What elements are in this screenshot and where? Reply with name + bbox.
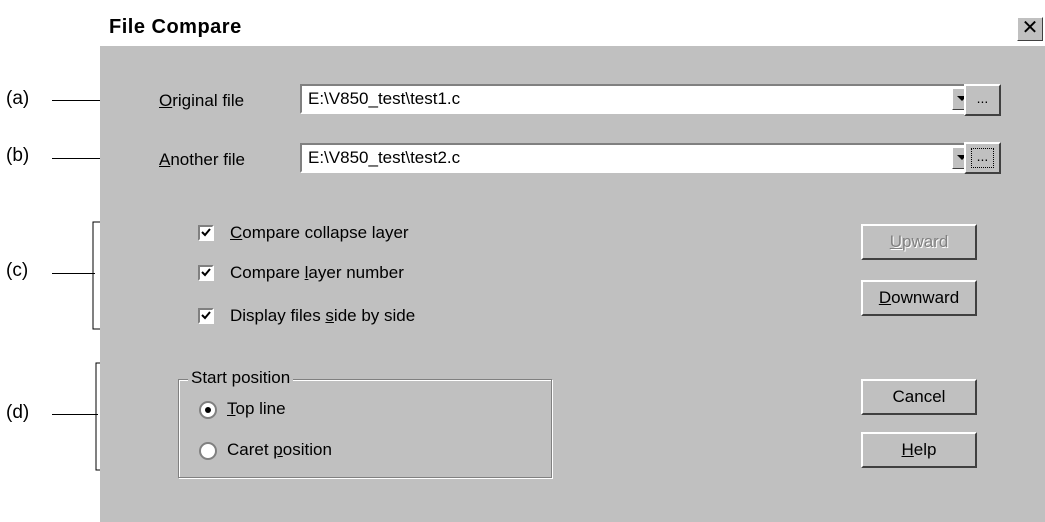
display-side-by-side-label: Display files side by side	[230, 306, 416, 325]
another-file-combobox[interactable]: E:\V850_test\test2.c	[300, 143, 976, 173]
caret-position-label: Caret position	[227, 440, 332, 459]
compare-layer-number-checkbox[interactable]	[198, 265, 214, 281]
top-line-radio[interactable]	[199, 401, 217, 419]
callout-d-line	[52, 414, 98, 415]
top-line-label: Top line	[227, 399, 286, 418]
display-side-by-side-checkbox[interactable]	[198, 308, 214, 324]
dialog-title: File Compare	[109, 16, 242, 38]
another-file-value: E:\V850_test\test2.c	[308, 148, 461, 167]
compare-collapse-layer-label: Compare collapse layer	[230, 223, 409, 242]
start-position-group	[178, 379, 552, 478]
another-file-label: Another file	[159, 150, 246, 169]
callout-d-label: (d)	[6, 402, 30, 423]
radio-selected-dot	[205, 407, 211, 413]
upward-button[interactable]: Upward	[861, 224, 977, 260]
another-file-browse-button[interactable]: ...	[964, 142, 1001, 174]
close-button[interactable]: ✕	[1017, 17, 1043, 41]
callout-c-line	[52, 273, 95, 274]
close-icon: ✕	[1021, 17, 1039, 39]
downward-button[interactable]: Downward	[861, 280, 977, 316]
file-compare-dialog: File Compare ✕ Original file E:\V850_tes…	[100, 12, 1045, 522]
checkmark-icon	[201, 268, 211, 277]
original-file-value: E:\V850_test\test1.c	[308, 89, 461, 108]
checkmark-icon	[201, 228, 211, 237]
original-file-label: Original file	[159, 91, 245, 110]
title-bar[interactable]: File Compare ✕	[100, 12, 1045, 46]
original-file-browse-button[interactable]: ...	[964, 84, 1001, 116]
callout-c-label: (c)	[6, 260, 29, 281]
compare-layer-number-label: Compare layer number	[230, 263, 404, 282]
callout-b-label: (b)	[6, 145, 30, 166]
help-button[interactable]: Help	[861, 432, 977, 468]
callout-a-label: (a)	[6, 88, 30, 109]
cancel-button[interactable]: Cancel	[861, 379, 977, 415]
caret-position-radio[interactable]	[199, 442, 217, 460]
checkmark-icon	[201, 311, 211, 320]
original-file-combobox[interactable]: E:\V850_test\test1.c	[300, 84, 976, 114]
start-position-group-title: Start position	[188, 368, 294, 388]
compare-collapse-layer-checkbox[interactable]	[198, 225, 214, 241]
